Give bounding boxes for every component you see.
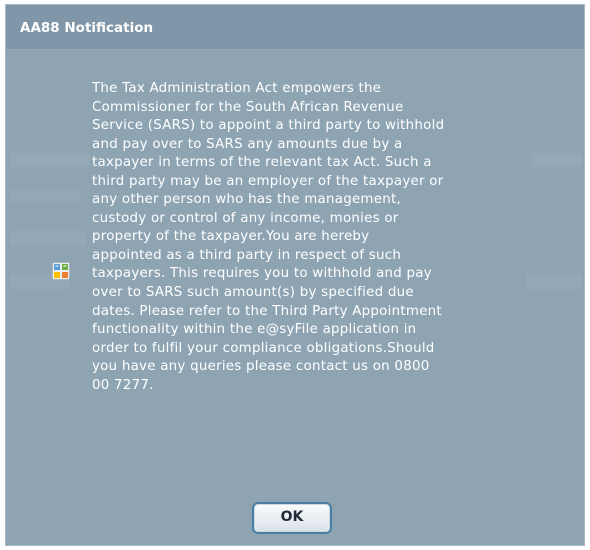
message-line: order to fulfil your compliance obligati… <box>92 340 435 356</box>
notification-dialog: AA88 Notification The Tax Administration… <box>5 4 585 546</box>
message-line: third party may be an employer of the ta… <box>92 173 444 189</box>
info-grid-icon <box>52 262 70 280</box>
dialog-message: The Tax Administration Act empowers the … <box>92 80 582 395</box>
message-line: custody or control of any income, monies… <box>92 210 399 226</box>
message-line: property of the taxpayer.You are hereby <box>92 229 370 245</box>
message-line: appointed as a third party in respect of… <box>92 247 402 263</box>
dialog-titlebar: AA88 Notification <box>6 5 584 50</box>
ok-button[interactable]: OK <box>252 502 332 534</box>
message-line: taxpayers. This requires you to withhold… <box>92 266 432 282</box>
background-ghost-row <box>10 153 90 167</box>
message-line: you have any queries please contact us o… <box>92 359 430 375</box>
message-line: over to SARS such amount(s) by specified… <box>92 285 414 301</box>
background-ghost-row <box>10 231 86 245</box>
message-line: Service (SARS) to appoint a third party … <box>92 118 445 134</box>
background-ghost-row <box>10 189 80 203</box>
message-line: any other person who has the management, <box>92 192 401 208</box>
dialog-title: AA88 Notification <box>20 20 154 36</box>
message-line: and pay over to SARS any amounts due by … <box>92 136 403 152</box>
message-line: 00 7277. <box>92 377 154 393</box>
message-line: The Tax Administration Act empowers the <box>92 81 382 96</box>
message-line: taxpayer in terms of the relevant tax Ac… <box>92 155 432 171</box>
message-line: Commissioner for the South African Reven… <box>92 99 404 115</box>
message-line: dates. Please refer to the Third Party A… <box>92 303 442 319</box>
message-line: functionality within the e@syFile applic… <box>92 322 417 338</box>
